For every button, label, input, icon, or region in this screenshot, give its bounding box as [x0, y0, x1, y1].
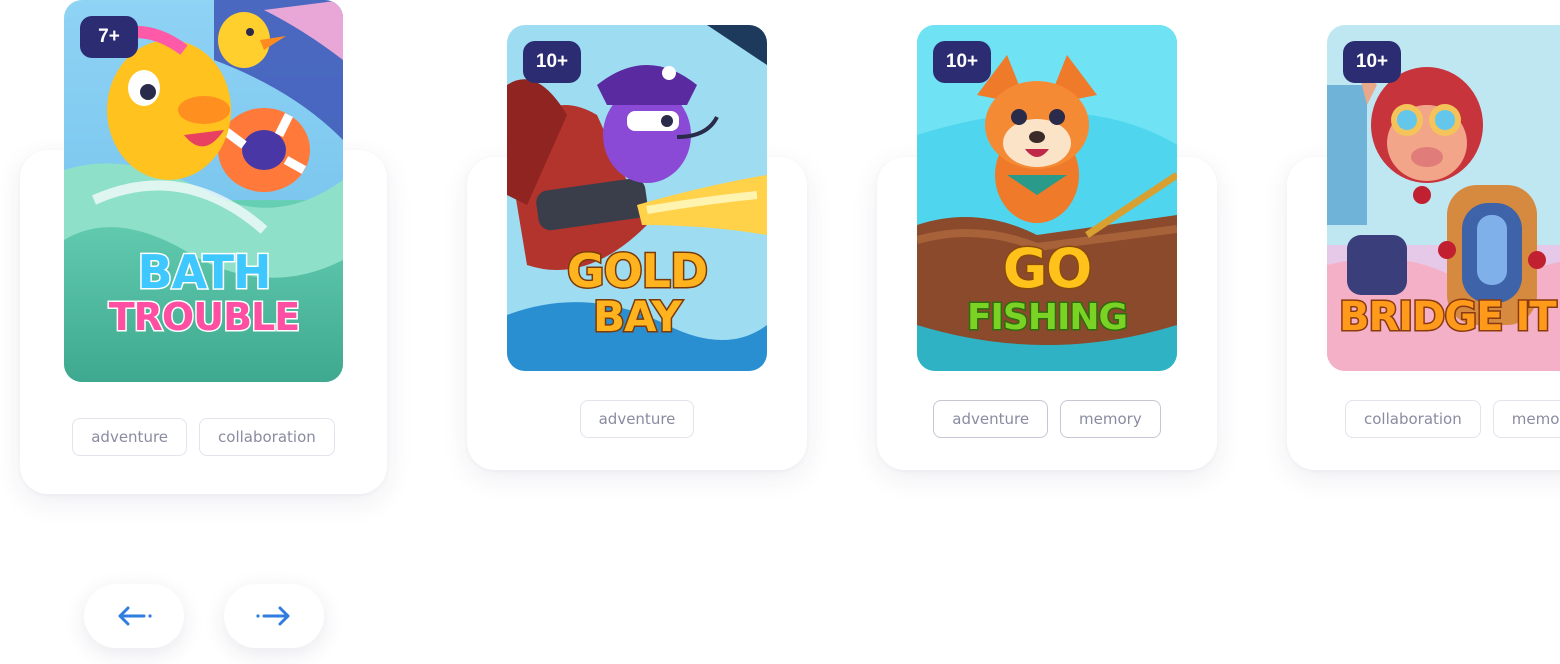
tag-chip[interactable]: collaboration: [1345, 400, 1481, 438]
tag-list: collaboration memory: [1345, 400, 1560, 438]
game-title-line2: FISHING: [967, 297, 1127, 338]
game-title-line1: BATH: [138, 245, 271, 299]
arrow-left-icon: [118, 606, 152, 626]
tag-chip[interactable]: adventure: [72, 418, 188, 456]
age-rating-badge: 10+: [523, 41, 581, 83]
game-art-go-fishing[interactable]: GO FISHING 10+: [917, 25, 1177, 371]
game-title-line2: TROUBLE: [109, 295, 299, 339]
age-rating-badge: 10+: [1343, 41, 1401, 83]
tag-list: adventure: [467, 400, 807, 438]
age-rating-badge: 10+: [933, 41, 991, 83]
game-title-line1: GO: [1003, 237, 1091, 300]
tag-list: adventure collaboration: [20, 418, 387, 456]
game-carousel: BATH TROUBLE 7+ adventure collaboration …: [0, 0, 1560, 664]
tag-chip[interactable]: collaboration: [199, 418, 335, 456]
game-art-bridge-it[interactable]: BRIDGE IT 10+: [1327, 25, 1560, 371]
tag-chip[interactable]: memory: [1060, 400, 1161, 438]
arrow-right-icon: [256, 606, 290, 626]
age-rating-badge: 7+: [80, 16, 138, 58]
game-title-line1: BRIDGE IT: [1339, 294, 1557, 340]
tag-chip[interactable]: adventure: [579, 400, 695, 438]
tag-list: adventure memory: [877, 400, 1217, 438]
carousel-prev-button[interactable]: [84, 584, 184, 648]
carousel-next-button[interactable]: [224, 584, 324, 648]
tag-chip[interactable]: adventure: [933, 400, 1049, 438]
game-art-gold-bay[interactable]: GOLD BAY 10+: [507, 25, 767, 371]
game-title-line1: GOLD: [567, 244, 707, 298]
tag-chip[interactable]: memory: [1492, 400, 1560, 438]
game-art-bath-trouble[interactable]: BATH TROUBLE 7+: [64, 0, 343, 382]
game-title-line2: BAY: [593, 292, 682, 341]
